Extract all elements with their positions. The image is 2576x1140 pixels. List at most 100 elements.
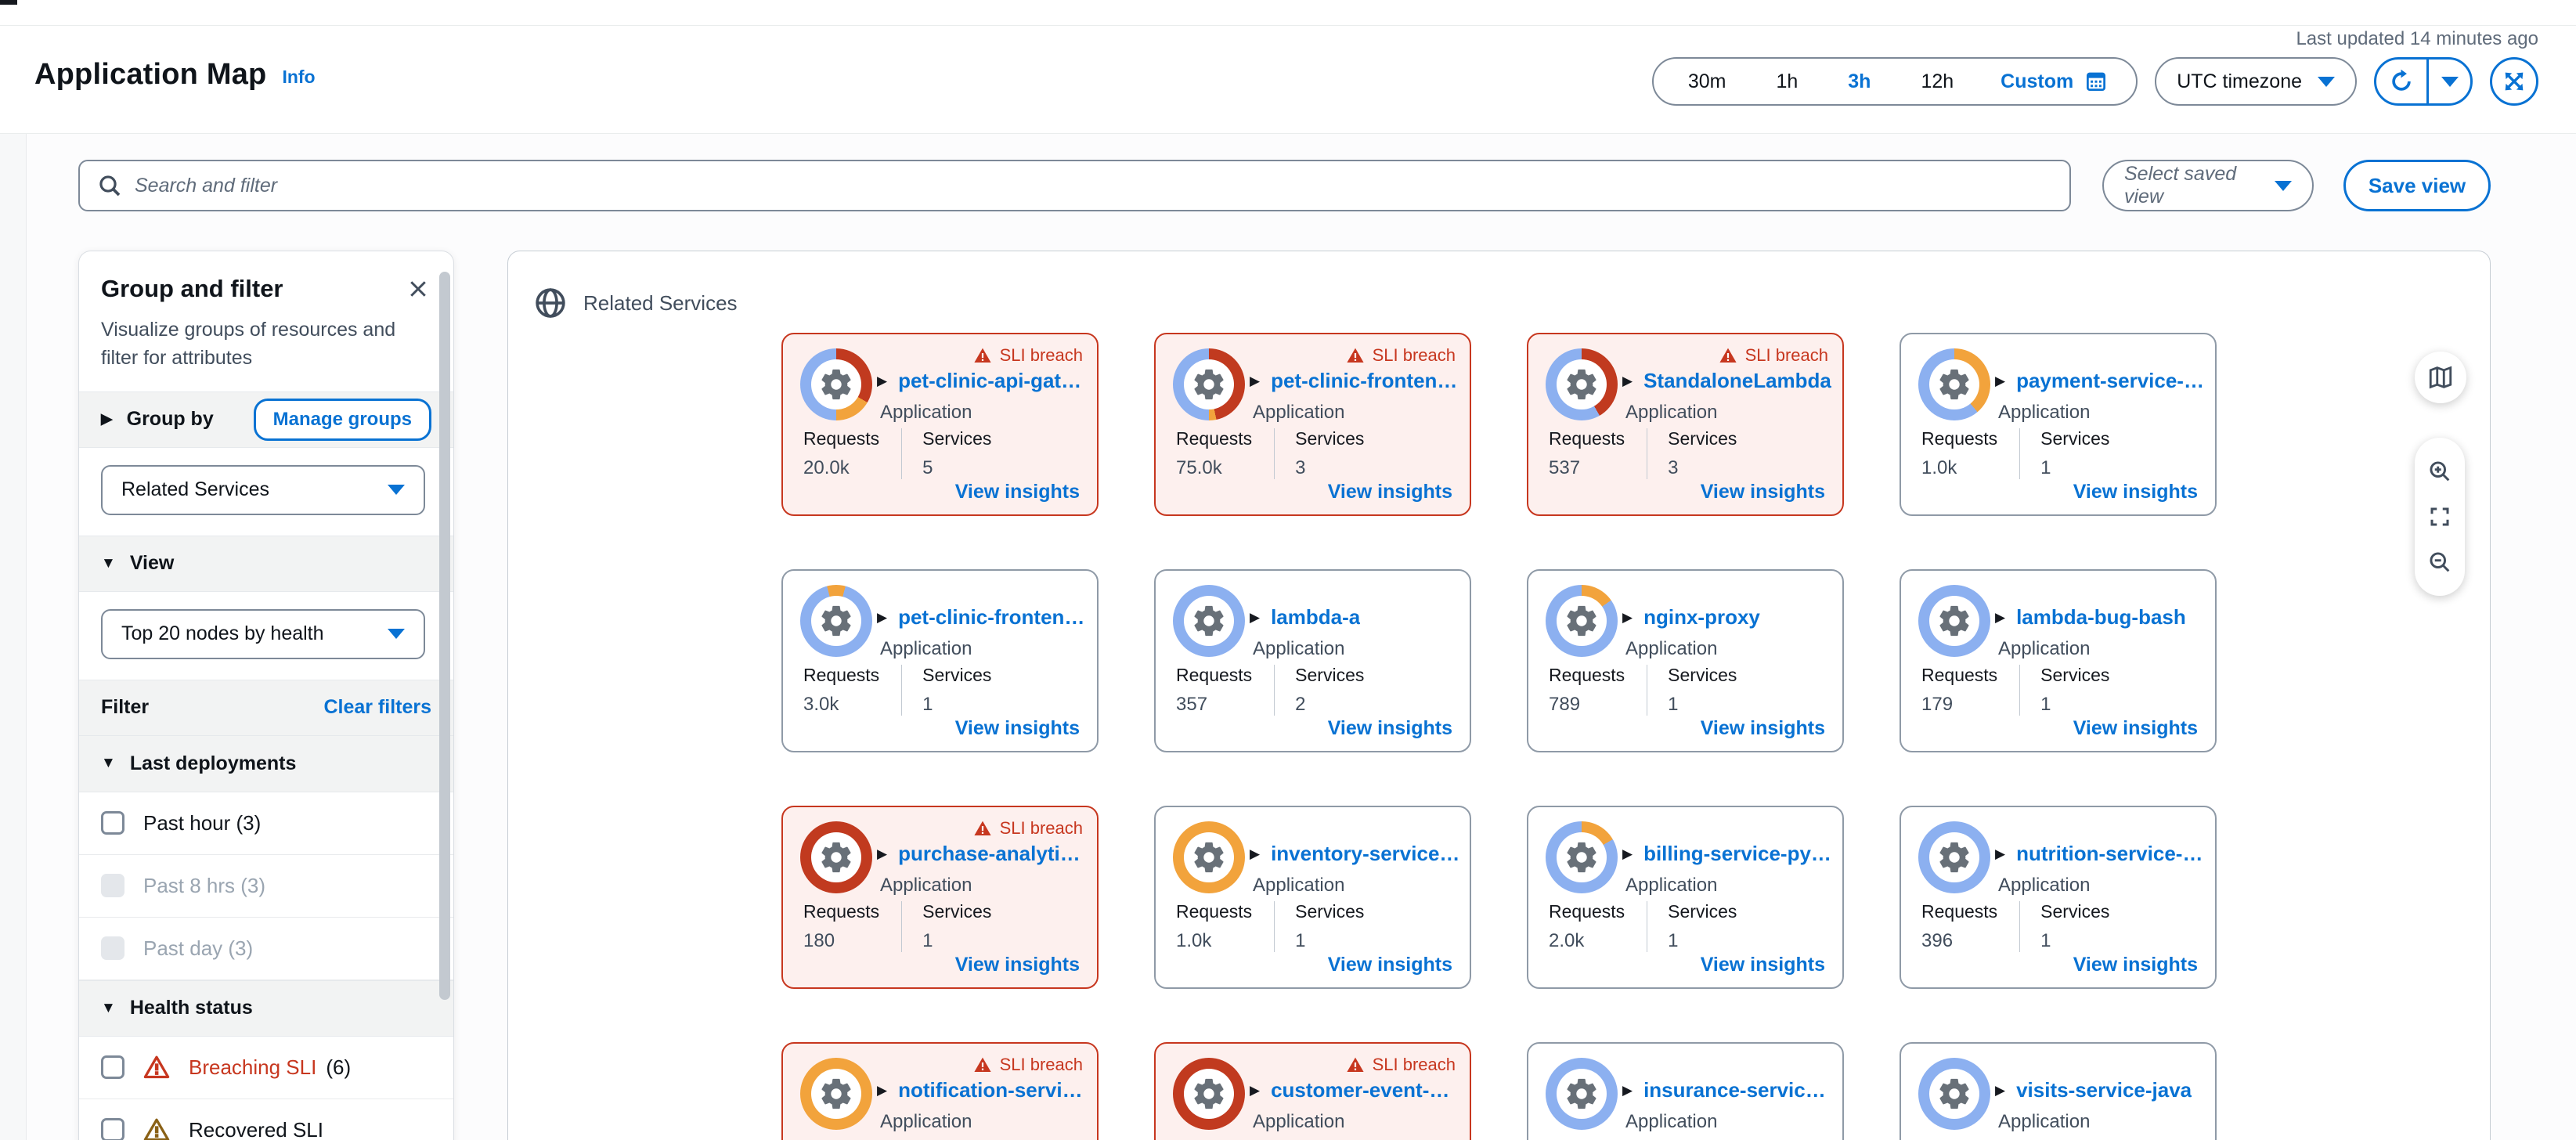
last-deployments-section-header[interactable]: ▼Last deployments	[79, 736, 453, 792]
health-status-option-row[interactable]: Recovered SLI	[79, 1099, 453, 1140]
service-card[interactable]: ▶ visits-service-java Application Reques…	[1900, 1042, 2217, 1140]
view-insights-link[interactable]: View insights	[2073, 481, 2198, 503]
group-by-select[interactable]: Related Services	[101, 465, 425, 515]
warning-triangle-icon	[1346, 1055, 1365, 1074]
view-insights-link[interactable]: View insights	[1701, 954, 1825, 976]
time-range-button[interactable]: 12h	[1896, 59, 1979, 104]
view-insights-link[interactable]: View insights	[955, 954, 1080, 976]
service-card[interactable]: ▶ nutrition-service-nodejs Application R…	[1900, 806, 2217, 989]
service-card[interactable]: SLI breach ▶ StandaloneLambda Applicatio…	[1527, 333, 1844, 516]
filter-option-row[interactable]: Past 8 hrs (3)	[79, 855, 453, 918]
custom-time-range-button[interactable]: Custom	[1979, 70, 2127, 93]
checkbox[interactable]	[101, 874, 124, 897]
checkbox[interactable]	[101, 1118, 124, 1140]
fullscreen-button[interactable]	[2490, 57, 2538, 106]
view-insights-link[interactable]: View insights	[955, 717, 1080, 740]
service-name-link[interactable]: visits-service-java	[2016, 1078, 2192, 1102]
services-value: 3	[1668, 457, 1737, 479]
minimap-toggle-button[interactable]	[2415, 352, 2466, 403]
service-name-link[interactable]: lambda-a	[1271, 605, 1360, 630]
service-name-link[interactable]: StandaloneLambda	[1643, 369, 1831, 393]
service-name-link[interactable]: nginx-proxy	[1643, 605, 1760, 630]
view-insights-link[interactable]: View insights	[2073, 717, 2198, 740]
filter-option-row[interactable]: Past day (3)	[79, 918, 453, 980]
checkbox[interactable]	[101, 936, 124, 960]
service-card[interactable]: ▶ pet-clinic-frontend-java Application R…	[781, 569, 1099, 752]
view-insights-link[interactable]: View insights	[1328, 954, 1452, 976]
service-name-link[interactable]: pet-clinic-frontend-ec...	[1271, 369, 1461, 393]
service-card[interactable]: ▶ payment-service-dotnet Application Req…	[1900, 333, 2217, 516]
time-range-button[interactable]: 30m	[1663, 59, 1752, 104]
map-zoom-controls	[2415, 438, 2465, 596]
service-name-link[interactable]: inventory-service-java	[1271, 842, 1461, 866]
service-type-label: Application	[1625, 1111, 1717, 1133]
service-name-link[interactable]: customer-event-proce...	[1271, 1078, 1461, 1102]
checkbox[interactable]	[101, 811, 124, 835]
view-insights-link[interactable]: View insights	[1701, 481, 1825, 503]
service-name-link[interactable]: payment-service-dotnet	[2016, 369, 2206, 393]
service-stats: Requests537 Services3	[1549, 428, 1737, 479]
save-view-button[interactable]: Save view	[2343, 160, 2491, 211]
service-card[interactable]: ▶ billing-service-python Application Req…	[1527, 806, 1844, 989]
group-by-section-header[interactable]: ▶Group by Manage groups	[79, 391, 453, 448]
service-name-link[interactable]: lambda-bug-bash	[2016, 605, 2186, 630]
refresh-options-button[interactable]	[2426, 60, 2470, 103]
view-insights-link[interactable]: View insights	[2073, 954, 2198, 976]
view-insights-link[interactable]: View insights	[1328, 481, 1452, 503]
sli-breach-badge: SLI breach	[973, 1055, 1083, 1075]
health-status-count: (6)	[326, 1055, 351, 1080]
time-range-button[interactable]: 3h	[1823, 59, 1896, 104]
service-name-link[interactable]: billing-service-python	[1643, 842, 1834, 866]
health-status-option-row[interactable]: Breaching SLI (6)	[79, 1037, 453, 1099]
service-type-label: Application	[1253, 875, 1344, 896]
info-link[interactable]: Info	[282, 67, 315, 92]
expand-icon: ▶	[877, 846, 887, 862]
view-select[interactable]: Top 20 nodes by health	[101, 609, 425, 659]
filter-section-header: Filter Clear filters	[79, 680, 453, 736]
chevron-down-icon: ▼	[101, 755, 116, 772]
warning-triangle-icon	[143, 1054, 170, 1080]
refresh-button[interactable]	[2376, 60, 2426, 103]
service-card[interactable]: SLI breach ▶ pet-clinic-frontend-ec... A…	[1154, 333, 1471, 516]
health-ring-icon	[1918, 348, 1990, 420]
view-insights-link[interactable]: View insights	[1701, 717, 1825, 740]
view-insights-link[interactable]: View insights	[955, 481, 1080, 503]
search-input[interactable]	[135, 175, 2052, 197]
service-card[interactable]: SLI breach ▶ pet-clinic-api-gateway Appl…	[781, 333, 1099, 516]
service-card[interactable]: SLI breach ▶ notification-service-java A…	[781, 1042, 1099, 1140]
time-range-button[interactable]: 1h	[1751, 59, 1823, 104]
services-label: Services	[922, 901, 991, 922]
service-card[interactable]: SLI breach ▶ purchase-analytics-en... Ap…	[781, 806, 1099, 989]
service-card[interactable]: SLI breach ▶ customer-event-proce... App…	[1154, 1042, 1471, 1140]
timezone-select[interactable]: UTC timezone	[2155, 57, 2357, 106]
manage-groups-button[interactable]: Manage groups	[254, 399, 431, 441]
service-card[interactable]: ▶ insurance-service-pyth... Application …	[1527, 1042, 1844, 1140]
service-card[interactable]: ▶ nginx-proxy Application Requests789 Se…	[1527, 569, 1844, 752]
service-card[interactable]: ▶ lambda-a Application Requests357 Servi…	[1154, 569, 1471, 752]
service-name-link[interactable]: notification-service-java	[898, 1078, 1088, 1102]
saved-view-select[interactable]: Select saved view	[2102, 160, 2314, 211]
service-name-link[interactable]: insurance-service-pyth...	[1643, 1078, 1834, 1102]
fit-to-view-button[interactable]	[2415, 505, 2465, 529]
expand-icon: ▶	[1995, 1083, 2005, 1099]
service-card[interactable]: ▶ lambda-bug-bash Application Requests17…	[1900, 569, 2217, 752]
checkbox[interactable]	[101, 1055, 124, 1079]
zoom-out-button[interactable]	[2415, 550, 2465, 575]
top-nav-edge	[0, 0, 2576, 26]
close-panel-button[interactable]	[405, 276, 431, 302]
panel-scrollbar[interactable]	[439, 272, 450, 1000]
service-name-link[interactable]: purchase-analytics-en...	[898, 842, 1088, 866]
zoom-in-button[interactable]	[2415, 459, 2465, 484]
requests-value: 75.0k	[1176, 457, 1252, 479]
application-map-canvas[interactable]: Related Services SLI breach ▶ pet-clinic…	[507, 251, 2491, 1140]
health-status-section-header[interactable]: ▼Health status	[79, 980, 453, 1037]
service-card[interactable]: ▶ inventory-service-java Application Req…	[1154, 806, 1471, 989]
service-name-link[interactable]: nutrition-service-nodejs	[2016, 842, 2206, 866]
service-name-link[interactable]: pet-clinic-api-gateway	[898, 369, 1088, 393]
filter-option-row[interactable]: Past hour (3)	[79, 792, 453, 855]
clear-filters-link[interactable]: Clear filters	[323, 696, 431, 719]
requests-label: Requests	[1176, 428, 1252, 449]
service-name-link[interactable]: pet-clinic-frontend-java	[898, 605, 1088, 630]
view-insights-link[interactable]: View insights	[1328, 717, 1452, 740]
view-section-header[interactable]: ▼View	[79, 536, 453, 592]
